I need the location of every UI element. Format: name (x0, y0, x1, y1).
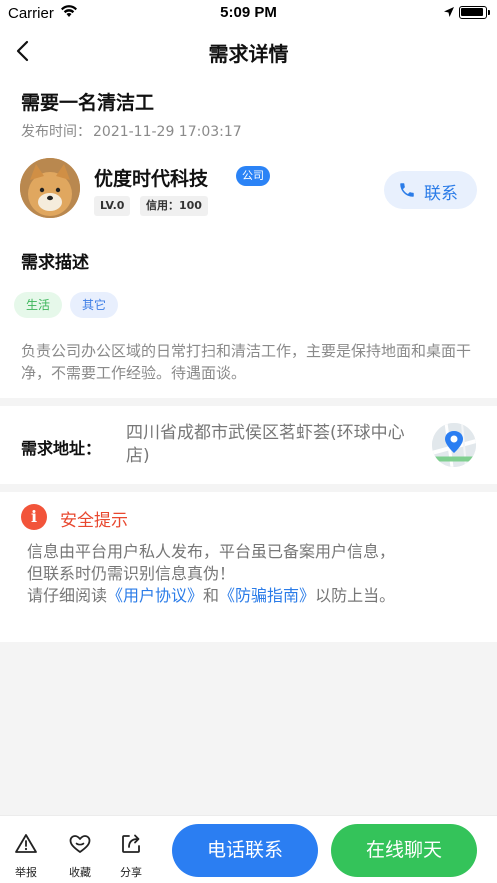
user-agreement-link[interactable]: 《用户协议》 (107, 586, 203, 605)
safety-title: 安全提示 (60, 511, 128, 531)
dog-avatar-image (20, 158, 80, 218)
safety-line-3: 请仔细阅读《用户协议》和《防骗指南》以防上当。 (27, 585, 477, 607)
favorite-label: 收藏 (69, 866, 91, 879)
location-arrow-icon (444, 7, 454, 17)
phone-icon (400, 183, 414, 197)
level-chip: LV.0 (94, 196, 131, 216)
report-label: 举报 (15, 866, 37, 879)
post-info-card: 需要一名清洁工 发布时间： 2021-11-29 17:03:17 优度时代科技 … (0, 76, 497, 398)
anti-fraud-guide-link[interactable]: 《防骗指南》 (219, 586, 315, 605)
company-badge: 公司 (236, 166, 270, 186)
battery-icon (459, 6, 490, 19)
warning-triangle-icon (15, 834, 37, 853)
favorite-button[interactable]: 收藏 (60, 816, 100, 883)
post-time: 发布时间： 2021-11-29 17:03:17 (21, 121, 242, 141)
tag-life: 生活 (14, 292, 63, 318)
page-title: 需求详情 (208, 42, 289, 66)
avatar[interactable] (20, 158, 80, 218)
contact-button-label: 联系 (424, 184, 458, 204)
online-chat-button[interactable]: 在线聊天 (331, 824, 477, 877)
safety-line-3-suffix: 以防上当。 (315, 586, 396, 605)
contact-button[interactable]: 联系 (384, 171, 477, 209)
description-text: 负责公司办公区域的日常打扫和清洁工作，主要是保持地面和桌面干净，不需要工作经验。… (21, 342, 472, 382)
info-warning-icon: i (21, 504, 47, 530)
post-time-label: 发布时间： (21, 124, 91, 140)
safety-line-2: 但联系时仍需识别信息真伪！ (27, 564, 236, 583)
clock: 5:09 PM (220, 4, 277, 21)
description-heading: 需求描述 (21, 253, 89, 273)
post-title: 需要一名清洁工 (21, 92, 155, 114)
share-button[interactable]: 分享 (111, 816, 151, 883)
safety-notice-card: i 安全提示 信息由平台用户私人发布，平台虽已备案用户信息， 但联系时仍需识别信… (0, 492, 497, 642)
report-button[interactable]: 举报 (6, 816, 46, 883)
navigation-bar: 需求详情 (0, 26, 497, 76)
safety-line-1: 信息由平台用户私人发布，平台虽已备案用户信息， (27, 542, 396, 561)
phone-contact-button[interactable]: 电话联系 (172, 824, 318, 877)
address-card: 需求地址： 四川省成都市武侯区茗虾荟(环球中心店) (0, 406, 497, 484)
post-time-value: 2021-11-29 17:03:17 (93, 124, 242, 140)
bottom-action-bar: 举报 收藏 分享 电话联系 在线聊天 (0, 815, 497, 883)
safety-line-3-and: 和 (203, 586, 220, 605)
address-label: 需求地址： (21, 439, 102, 458)
address-value: 四川省成都市武侯区茗虾荟(环球中心店) (126, 423, 405, 466)
status-bar: Carrier 5:09 PM (0, 0, 497, 26)
safety-text: 信息由平台用户私人发布，平台虽已备案用户信息， 但联系时仍需识别信息真伪！ 请仔… (27, 541, 477, 607)
map-location-icon[interactable] (432, 423, 476, 467)
credit-chip: 信用：100 (140, 196, 208, 216)
tag-other: 其它 (70, 292, 119, 318)
share-label: 分享 (120, 866, 142, 879)
heart-icon (69, 835, 91, 853)
share-icon (122, 834, 140, 853)
company-name: 优度时代科技 (94, 168, 209, 190)
safety-line-3-prefix: 请仔细阅读 (27, 586, 108, 605)
